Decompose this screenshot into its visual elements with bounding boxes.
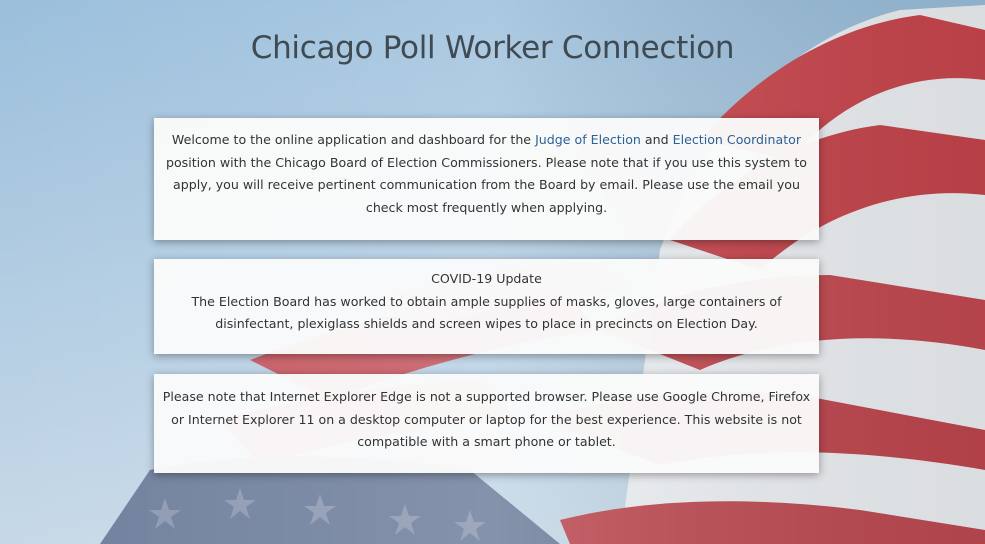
page: Chicago Poll Worker Connection Welcome t… — [0, 0, 985, 544]
welcome-intro-text: Welcome to the online application and da… — [171, 132, 532, 147]
covid-update-heading: COVID-19 Update — [431, 271, 542, 286]
welcome-panel: Welcome to the online application and da… — [154, 118, 819, 240]
covid-update-body: The Election Board has worked to obtain … — [191, 293, 782, 332]
covid-update-panel: COVID-19 Update The Election Board has w… — [154, 259, 819, 354]
election-coordinator-link[interactable]: Election Coordinator — [673, 132, 801, 147]
page-title: Chicago Poll Worker Connection — [250, 30, 735, 66]
welcome-body-text: position with the Chicago Board of Elect… — [165, 154, 807, 215]
welcome-and-text: and — [644, 132, 669, 147]
welcome-text: Welcome to the online application and da… — [164, 129, 809, 219]
browser-notice-text: Please note that Internet Explorer Edge … — [162, 389, 811, 449]
browser-notice-panel: Please note that Internet Explorer Edge … — [154, 374, 819, 473]
judge-of-election-link[interactable]: Judge of Election — [535, 132, 641, 147]
